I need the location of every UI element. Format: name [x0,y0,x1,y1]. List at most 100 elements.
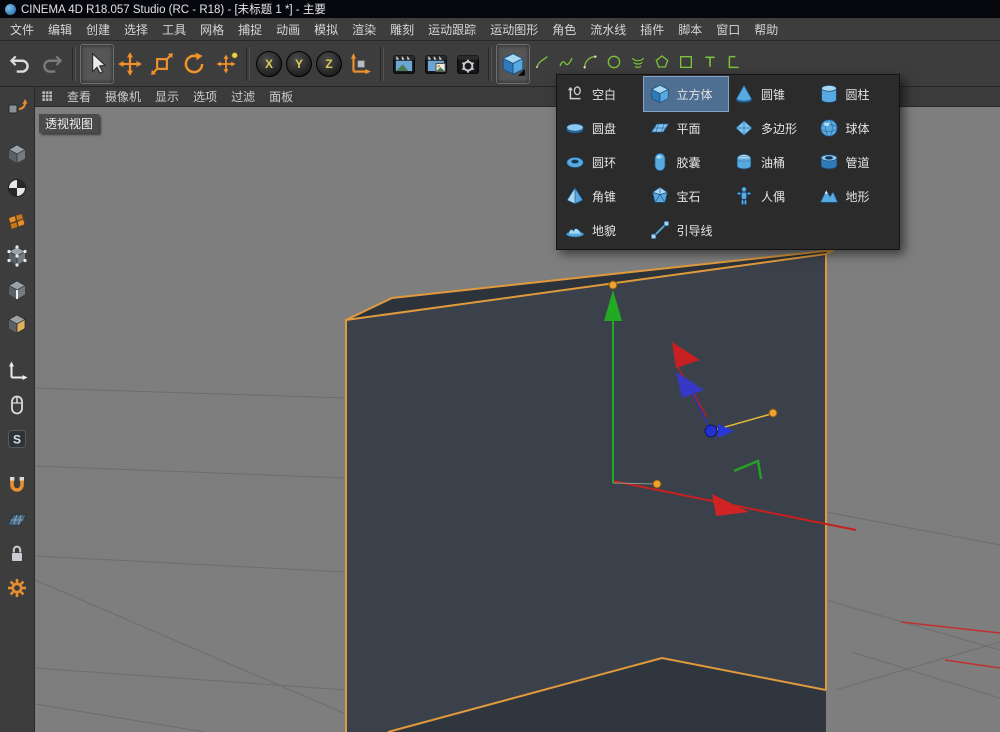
viewport-label: 透视视图 [39,114,99,133]
modeling-settings-button[interactable] [2,573,32,603]
last-used-tool-button[interactable] [210,45,242,83]
edges-mode-button[interactable] [2,275,32,305]
primitive-label: 圆锥 [761,86,785,103]
menubar-item-13[interactable]: 角色 [545,18,583,41]
spline-rectangle-button[interactable] [674,53,698,71]
menubar-item-5[interactable]: 网格 [193,18,231,41]
menubar-item-4[interactable]: 工具 [155,18,193,41]
coordinate-system-button[interactable] [344,45,376,83]
mouse-icon [5,393,29,417]
texture-mode-button[interactable] [2,173,32,203]
render-to-picture-viewer-button[interactable] [420,45,452,83]
primitive-item-relief[interactable]: 地貌 [559,213,644,247]
cube-front-face[interactable] [346,254,826,732]
render-settings-button[interactable] [452,45,484,83]
workplane-mode-button[interactable] [2,207,32,237]
spline-sketch-button[interactable] [554,53,578,71]
primitive-item-tube[interactable]: 管道 [813,145,898,179]
menubar-item-7[interactable]: 动画 [269,18,307,41]
add-primitive-cube-button[interactable] [496,44,530,84]
menubar-item-12[interactable]: 运动图形 [483,18,545,41]
primitive-label: 胶囊 [677,154,701,171]
menubar-item-10[interactable]: 雕刻 [383,18,421,41]
move-tool-button[interactable] [114,45,146,83]
primitive-item-cube[interactable]: 立方体 [644,77,729,111]
viewport-menu-panel[interactable]: 面板 [262,86,300,107]
polygons-mode-button[interactable] [2,309,32,339]
gizmo-y-handle[interactable] [609,281,617,289]
points-mode-button[interactable] [2,241,32,271]
primitive-item-cylinder[interactable]: 圆柱 [813,77,898,111]
spline-arc-button[interactable] [578,53,602,71]
menubar-item-1[interactable]: 编辑 [41,18,79,41]
primitive-item-sphere[interactable]: 球体 [813,111,898,145]
menubar-item-6[interactable]: 捕捉 [231,18,269,41]
menubar-item-15[interactable]: 插件 [633,18,671,41]
primitive-item-disc[interactable]: 圆盘 [559,111,644,145]
lock-x-axis-button[interactable]: X [256,51,282,77]
primitive-item-gem[interactable]: 宝石 [644,179,729,213]
primitive-item-figure[interactable]: 人偶 [728,179,813,213]
snap-s-icon: S [5,427,29,451]
spline-text-button[interactable] [698,53,722,71]
lock-workplane-button[interactable] [2,539,32,569]
menubar-item-14[interactable]: 流水线 [583,18,633,41]
gizmo-z-handle[interactable] [705,425,717,437]
viewport-navigation-button[interactable] [2,390,32,420]
viewport-menu-cameras[interactable]: 摄像机 [98,86,148,107]
primitive-item-landscape[interactable]: 地形 [813,179,898,213]
viewport-menu-display[interactable]: 显示 [148,86,186,107]
spline-helix-button[interactable] [626,53,650,71]
gizmo-bank-handle[interactable] [769,409,777,417]
primitive-item-oiltank[interactable]: 油桶 [728,145,813,179]
spline-text-icon [702,54,718,70]
primitive-item-polygon[interactable]: 多边形 [728,111,813,145]
viewport-grid-icon[interactable] [40,89,56,105]
primitive-item-null[interactable]: 空白 [559,77,644,111]
primitive-item-plane[interactable]: 平面 [644,111,729,145]
primitive-label: 地形 [846,188,870,205]
spline-pen-button[interactable] [530,53,554,71]
menubar-item-17[interactable]: 窗口 [709,18,747,41]
make-editable-button[interactable] [2,92,32,122]
render-view-button[interactable] [388,45,420,83]
redo-button[interactable] [36,45,68,83]
gizmo-origin-handle[interactable] [653,480,661,488]
workplane-button[interactable] [2,505,32,535]
menubar-item-8[interactable]: 模拟 [307,18,345,41]
primitive-item-cone[interactable]: 圆锥 [728,77,813,111]
primitive-item-pyramid[interactable]: 角锥 [559,179,644,213]
spline-ngon-icon [654,54,670,70]
spline-circle-button[interactable] [602,53,626,71]
enable-axis-modification-button[interactable] [2,356,32,386]
menubar-item-18[interactable]: 帮助 [747,18,785,41]
spline-profile-button[interactable] [722,53,746,71]
snap-settings-button[interactable]: S [2,424,32,454]
undo-icon [7,51,33,77]
undo-button[interactable] [4,45,36,83]
live-selection-button[interactable] [80,44,114,84]
null-icon [564,83,586,105]
primitive-item-capsule[interactable]: 胶囊 [644,145,729,179]
menubar-item-11[interactable]: 运动跟踪 [421,18,483,41]
model-mode-button[interactable] [2,139,32,169]
scale-tool-button[interactable] [146,45,178,83]
pen-icon [534,54,550,70]
viewport-menu-options[interactable]: 选项 [186,86,224,107]
primitives-flyout: 空白立方体 圆锥 圆柱圆盘平面多边形球体圆环 胶囊 油桶管道角锥宝石人偶 地形地貌引导线 [556,74,900,250]
primitive-item-guide[interactable]: 引导线 [644,213,729,247]
spline-ngon-button[interactable] [650,53,674,71]
menubar-item-9[interactable]: 渲染 [345,18,383,41]
menubar-item-3[interactable]: 选择 [117,18,155,41]
cube-object[interactable] [346,250,834,732]
menubar-item-0[interactable]: 文件 [3,18,41,41]
viewport-menu-view[interactable]: 查看 [60,86,98,107]
menubar-item-2[interactable]: 创建 [79,18,117,41]
viewport-menu-filter[interactable]: 过滤 [224,86,262,107]
primitive-item-torus[interactable]: 圆环 [559,145,644,179]
menubar-item-16[interactable]: 脚本 [671,18,709,41]
rotate-tool-button[interactable] [178,45,210,83]
lock-y-axis-button[interactable]: Y [286,51,312,77]
lock-z-axis-button[interactable]: Z [316,51,342,77]
enable-snap-button[interactable] [2,471,32,501]
